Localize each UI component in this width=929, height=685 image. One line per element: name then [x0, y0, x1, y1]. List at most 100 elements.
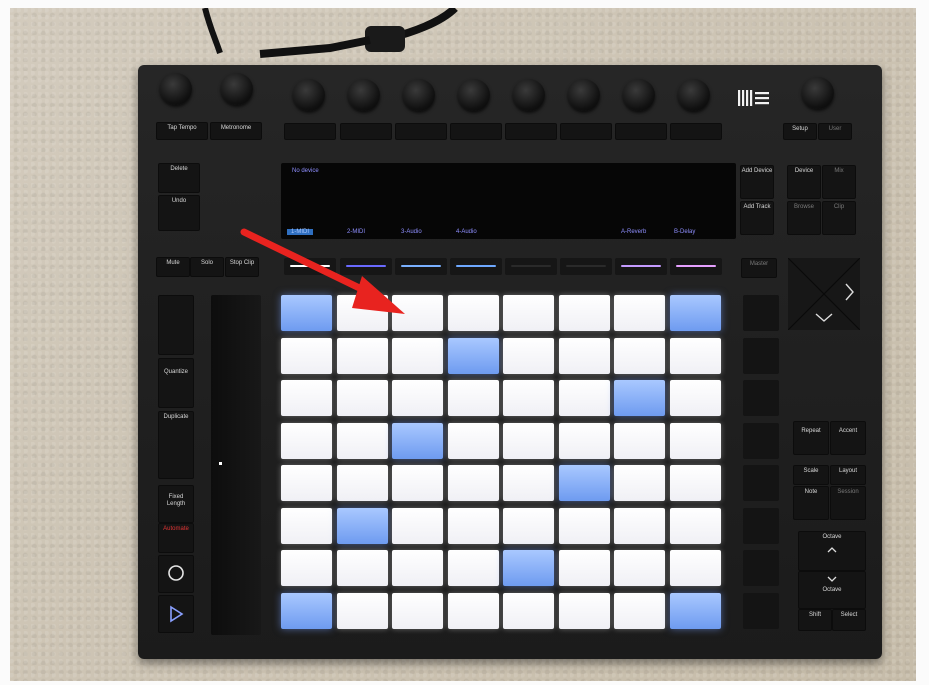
scene-button-1[interactable] — [743, 295, 779, 331]
pad-r6-c2[interactable] — [336, 507, 388, 544]
clip-button[interactable]: Clip — [822, 201, 856, 235]
track-select-button-7[interactable] — [615, 258, 667, 275]
record-button[interactable] — [158, 555, 194, 593]
pad-r4-c2[interactable] — [336, 422, 388, 459]
pad-r4-c8[interactable] — [669, 422, 721, 459]
pad-r4-c4[interactable] — [447, 422, 499, 459]
pad-r3-c8[interactable] — [669, 380, 721, 416]
pad-r4-c7[interactable] — [614, 422, 665, 459]
knob-1[interactable] — [160, 73, 192, 105]
scene-button-3[interactable] — [743, 380, 779, 416]
upper-row-button-6[interactable] — [560, 123, 612, 140]
upper-row-button-1[interactable] — [284, 123, 336, 140]
scene-button-8[interactable] — [743, 593, 779, 629]
pad-r3-c6[interactable] — [558, 380, 610, 416]
pad-r7-c6[interactable] — [558, 550, 610, 586]
master-button[interactable]: Master — [741, 258, 777, 278]
upper-row-button-5[interactable] — [505, 123, 557, 140]
pad-r8-c1[interactable] — [281, 592, 332, 629]
fixed-length-button[interactable]: Fixed Length — [158, 485, 194, 523]
pad-r3-c7[interactable] — [614, 380, 665, 416]
scene-button-7[interactable] — [743, 550, 779, 586]
select-button[interactable]: Select — [832, 609, 866, 631]
scene-button-2[interactable] — [743, 338, 779, 374]
pad-r4-c3[interactable] — [392, 422, 443, 459]
mute-button[interactable]: Mute — [156, 257, 190, 277]
accent-button[interactable]: Accent — [830, 421, 866, 455]
user-button[interactable]: User — [818, 123, 852, 140]
pad-r7-c4[interactable] — [447, 550, 499, 586]
note-button[interactable]: Note — [793, 486, 829, 520]
pad-r5-c4[interactable] — [447, 465, 499, 501]
session-button[interactable]: Session — [830, 486, 866, 520]
track-select-button-5[interactable] — [505, 258, 557, 275]
octave-up-button[interactable]: Octave — [798, 531, 866, 571]
pad-r5-c6[interactable] — [558, 465, 610, 501]
pad-r7-c2[interactable] — [336, 550, 388, 586]
device-button[interactable]: Device — [787, 165, 821, 199]
upper-row-button-4[interactable] — [450, 123, 502, 140]
pad-r8-c6[interactable] — [558, 592, 610, 629]
scene-button-5[interactable] — [743, 465, 779, 501]
scene-button-6[interactable] — [743, 508, 779, 544]
metronome-button[interactable]: Metronome — [210, 122, 262, 140]
pad-r8-c5[interactable] — [503, 592, 554, 629]
pad-r7-c5[interactable] — [503, 550, 554, 586]
scale-button[interactable]: Scale — [793, 465, 829, 485]
octave-down-button[interactable]: Octave — [798, 571, 866, 609]
pad-r6-c6[interactable] — [558, 507, 610, 544]
pad-r6-c1[interactable] — [281, 507, 332, 544]
knob-10[interactable] — [678, 79, 710, 111]
pad-r4-c5[interactable] — [503, 422, 554, 459]
pad-r5-c3[interactable] — [392, 465, 443, 501]
pad-r2-c8[interactable] — [669, 337, 721, 374]
pad-r2-c3[interactable] — [392, 337, 443, 374]
knob-9[interactable] — [623, 79, 655, 111]
add-device-button[interactable]: Add Device — [740, 165, 774, 199]
pad-r3-c4[interactable] — [447, 380, 499, 416]
pad-r3-c1[interactable] — [281, 380, 332, 416]
layout-button[interactable]: Layout — [830, 465, 866, 485]
pad-r1-c5[interactable] — [503, 295, 554, 331]
navigation-pad[interactable] — [788, 258, 860, 330]
shift-button[interactable]: Shift — [798, 609, 832, 631]
pad-r5-c1[interactable] — [281, 465, 332, 501]
pad-r6-c8[interactable] — [669, 507, 721, 544]
knob-6[interactable] — [458, 79, 490, 111]
pad-r7-c1[interactable] — [281, 550, 332, 586]
track-select-button-6[interactable] — [560, 258, 612, 275]
pad-r6-c4[interactable] — [447, 507, 499, 544]
upper-row-button-2[interactable] — [340, 123, 392, 140]
pad-r4-c6[interactable] — [558, 422, 610, 459]
track-select-button-8[interactable] — [670, 258, 722, 275]
pad-r3-c2[interactable] — [336, 380, 388, 416]
add-track-button[interactable]: Add Track — [740, 201, 774, 235]
pad-r2-c2[interactable] — [336, 337, 388, 374]
pad-r1-c4[interactable] — [447, 295, 499, 331]
pad-r5-c2[interactable] — [336, 465, 388, 501]
pad-r6-c3[interactable] — [392, 507, 443, 544]
knob-7[interactable] — [513, 79, 545, 111]
upper-row-button-7[interactable] — [615, 123, 667, 140]
pad-r2-c6[interactable] — [558, 337, 610, 374]
quantize-button[interactable]: Quantize — [158, 358, 194, 408]
knob-4[interactable] — [348, 79, 380, 111]
pad-r2-c1[interactable] — [281, 337, 332, 374]
pad-r2-c4[interactable] — [447, 337, 499, 374]
pad-r7-c7[interactable] — [614, 550, 665, 586]
pad-r4-c1[interactable] — [281, 422, 332, 459]
knob-2[interactable] — [221, 73, 253, 105]
upper-row-button-8[interactable] — [670, 123, 722, 140]
pad-r1-c6[interactable] — [558, 295, 610, 331]
pad-r5-c7[interactable] — [614, 465, 665, 501]
pad-r5-c8[interactable] — [669, 465, 721, 501]
automate-button[interactable]: Automate — [158, 523, 194, 553]
solo-button[interactable]: Solo — [190, 257, 224, 277]
pad-r5-c5[interactable] — [503, 465, 554, 501]
knob-3[interactable] — [293, 79, 325, 111]
pad-r6-c5[interactable] — [503, 507, 554, 544]
mix-button[interactable]: Mix — [822, 165, 856, 199]
pad-r3-c3[interactable] — [392, 380, 443, 416]
undo-button[interactable]: Undo — [158, 195, 200, 231]
pad-r1-c7[interactable] — [614, 295, 665, 331]
